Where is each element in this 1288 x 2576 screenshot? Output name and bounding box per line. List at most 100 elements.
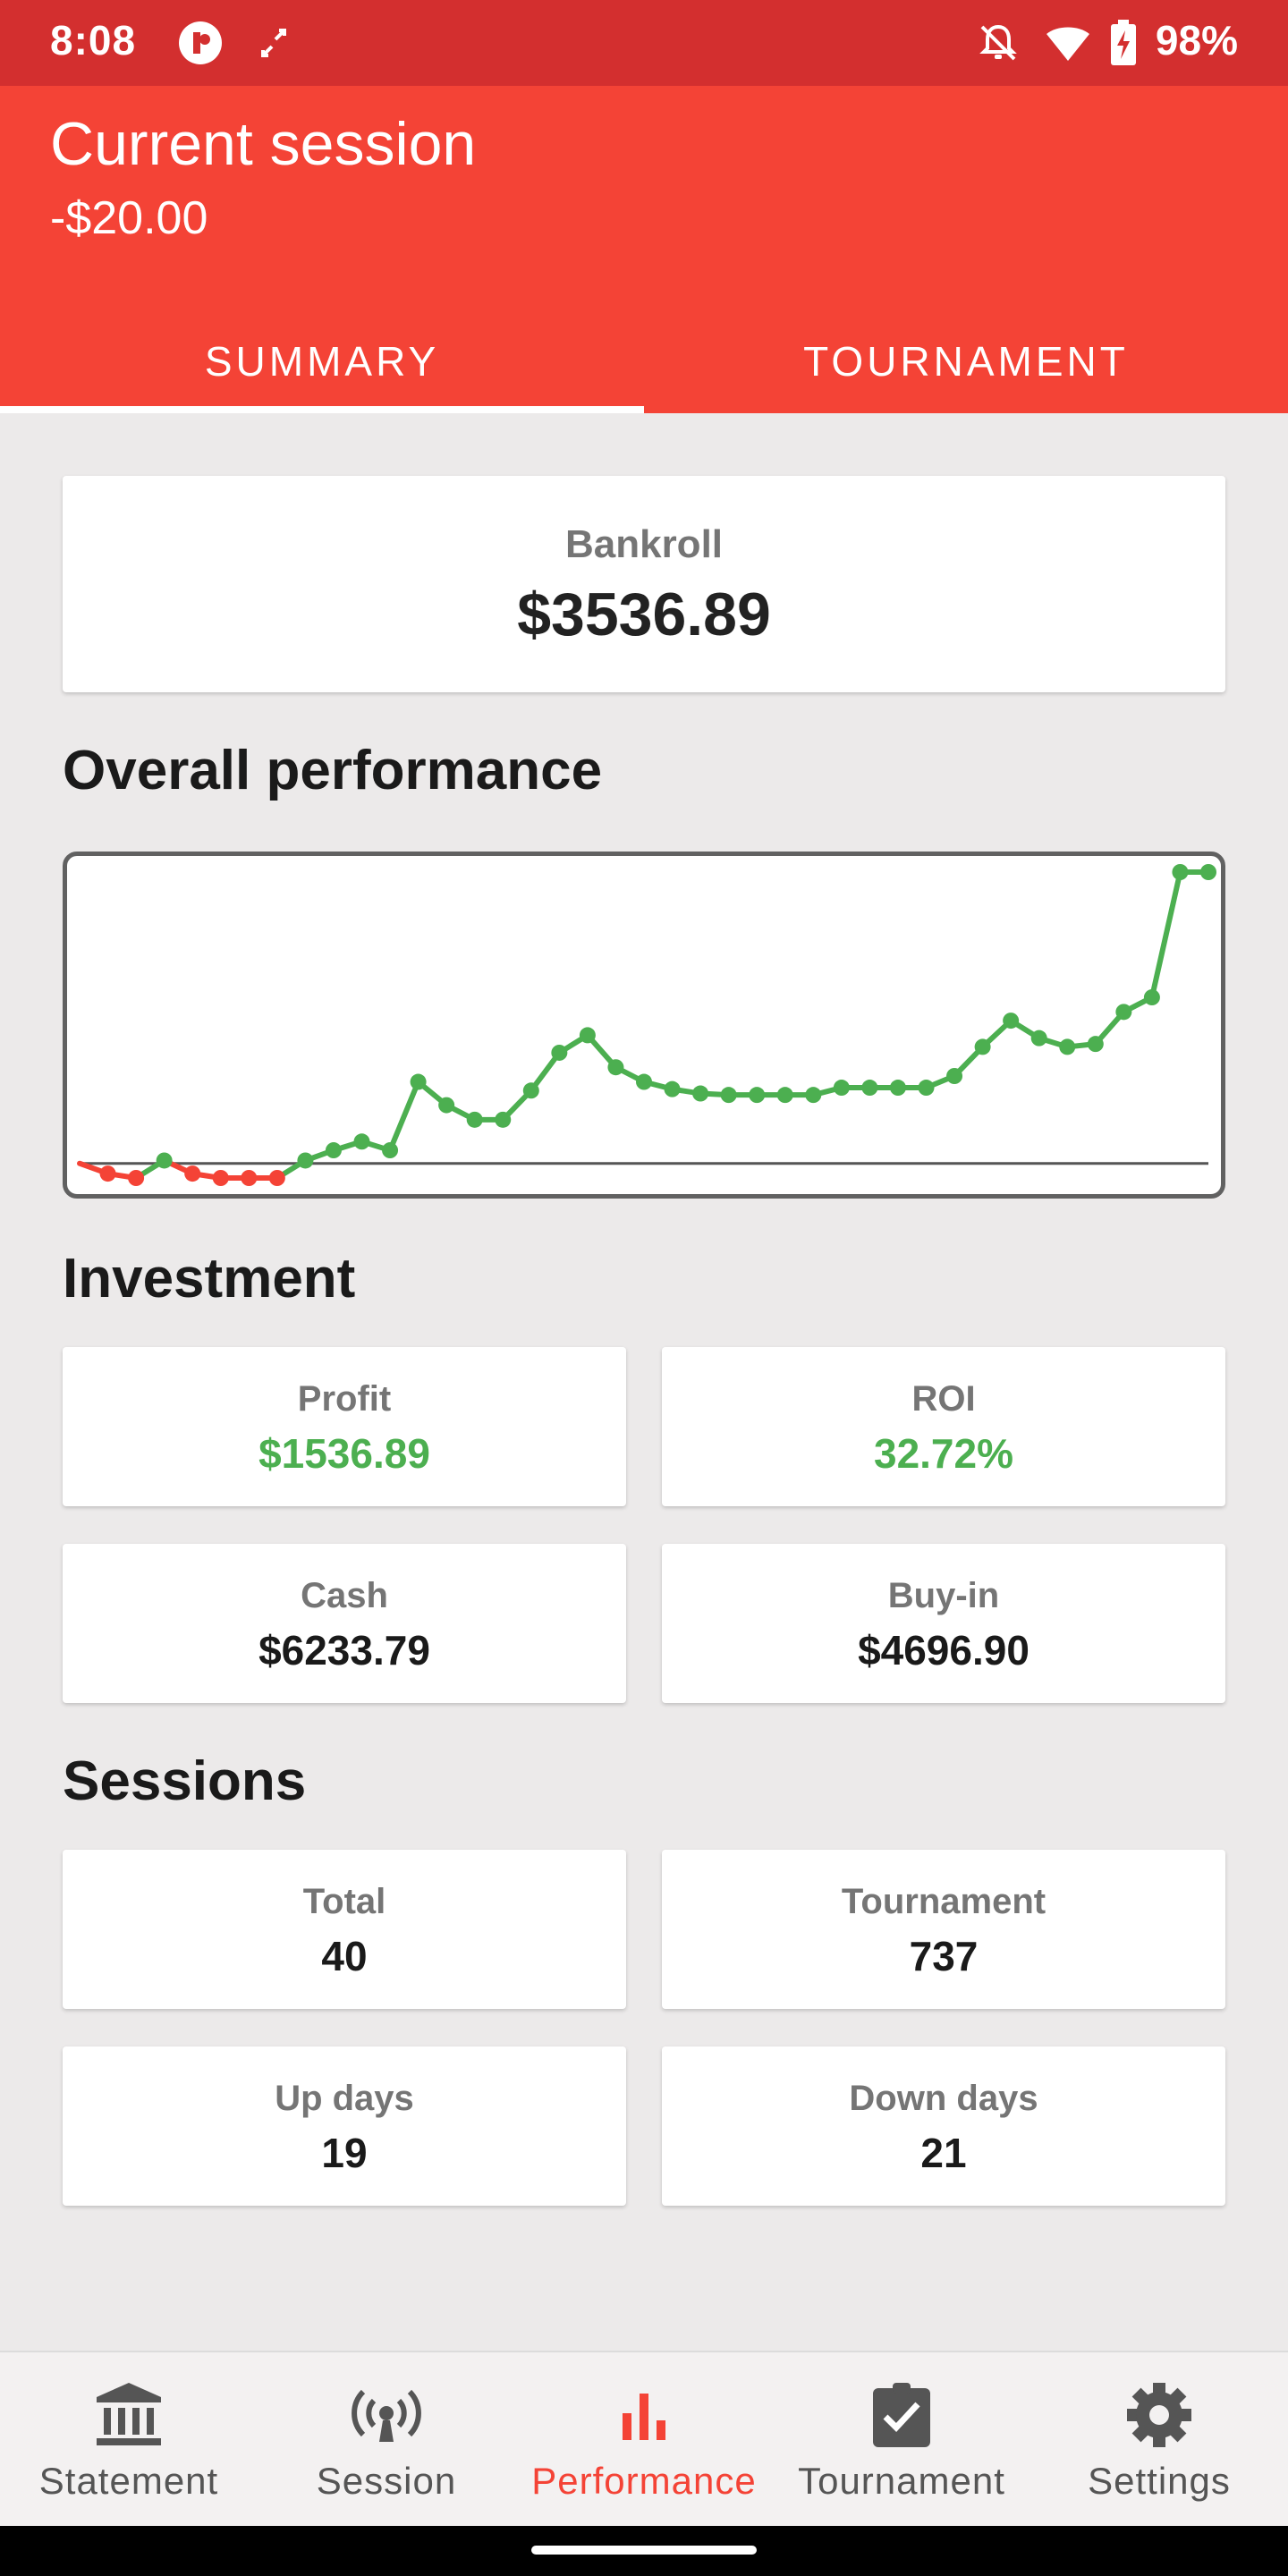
nav-settings-label: Settings <box>1088 2460 1231 2502</box>
tab-active-indicator <box>0 406 644 413</box>
up-days-value: 19 <box>321 2130 368 2176</box>
gear-icon <box>1127 2383 1191 2447</box>
profit-card: Profit $1536.89 <box>63 1347 626 1506</box>
performance-chart-svg <box>77 864 1216 1186</box>
performance-chart <box>63 852 1225 1199</box>
down-days-label: Down days <box>849 2079 1038 2118</box>
chart-point <box>1030 1030 1047 1046</box>
chart-point <box>466 1111 483 1128</box>
nav-statement[interactable]: Statement <box>0 2352 258 2528</box>
chart-point <box>776 1087 793 1104</box>
chart-point <box>353 1133 370 1150</box>
bank-icon <box>97 2383 161 2445</box>
chart-point <box>438 1097 455 1114</box>
chart-point <box>664 1080 681 1097</box>
chart-point <box>1200 864 1216 880</box>
chart-point <box>607 1059 624 1076</box>
chart-point <box>833 1080 850 1097</box>
bottom-navigation: Statement Session Performance Tournament <box>0 2351 1288 2526</box>
app-bar: Current session -$20.00 SUMMARY TOURNAME… <box>0 86 1288 413</box>
chart-point <box>749 1087 766 1104</box>
total-sessions-card: Total 40 <box>63 1850 626 2009</box>
page-title: Current session <box>50 110 477 178</box>
chart-point <box>636 1073 652 1090</box>
chart-point <box>1087 1036 1104 1053</box>
chart-point <box>156 1152 173 1169</box>
roi-card: ROI 32.72% <box>662 1347 1225 1506</box>
tournament-sessions-card: Tournament 737 <box>662 1850 1225 2009</box>
chart-point <box>805 1087 822 1104</box>
nav-session[interactable]: Session <box>258 2352 515 2528</box>
chart-point <box>579 1027 596 1044</box>
tournament-label: Tournament <box>841 1882 1046 1921</box>
total-value: 40 <box>321 1933 368 1979</box>
chart-point <box>410 1073 427 1090</box>
session-amount: -$20.00 <box>50 192 208 244</box>
buyin-value: $4696.90 <box>858 1627 1030 1674</box>
clipboard-check-icon <box>873 2383 930 2447</box>
chart-point <box>1003 1013 1020 1030</box>
profit-value: $1536.89 <box>258 1430 430 1477</box>
down-days-card: Down days 21 <box>662 2046 1225 2206</box>
chart-point <box>522 1082 539 1099</box>
sync-icon <box>249 18 299 68</box>
chart-point <box>212 1170 229 1186</box>
nav-performance-label: Performance <box>531 2460 757 2502</box>
chart-point <box>495 1111 512 1128</box>
battery-percent: 98% <box>1155 17 1238 64</box>
nav-settings[interactable]: Settings <box>1030 2352 1288 2528</box>
chart-point <box>128 1170 145 1186</box>
bankroll-card: Bankroll $3536.89 <box>63 476 1225 692</box>
bankroll-label: Bankroll <box>564 522 724 566</box>
roi-value: 32.72% <box>873 1430 1013 1477</box>
chart-point <box>1115 1004 1132 1021</box>
chart-point <box>268 1170 285 1186</box>
nav-tournament-label: Tournament <box>798 2460 1005 2502</box>
chart-point <box>720 1087 737 1104</box>
sessions-title: Sessions <box>63 1750 307 1812</box>
home-gesture-handle[interactable] <box>531 2546 757 2555</box>
chart-line-segment <box>387 1079 421 1154</box>
cash-label: Cash <box>301 1576 388 1615</box>
cash-value: $6233.79 <box>258 1627 430 1674</box>
up-days-card: Up days 19 <box>63 2046 626 2206</box>
chart-point <box>692 1085 709 1102</box>
notifications-off-icon <box>973 18 1023 68</box>
tab-summary[interactable]: SUMMARY <box>0 309 644 413</box>
nav-tournament[interactable]: Tournament <box>773 2352 1030 2528</box>
chart-point <box>889 1080 906 1097</box>
chart-point <box>382 1142 399 1159</box>
nav-session-label: Session <box>316 2460 457 2502</box>
chart-point <box>1172 864 1189 880</box>
nav-statement-label: Statement <box>38 2460 219 2502</box>
buyin-card: Buy-in $4696.90 <box>662 1544 1225 1703</box>
total-label: Total <box>302 1882 386 1921</box>
tab-tournament[interactable]: TOURNAMENT <box>644 309 1288 413</box>
chart-point <box>325 1142 342 1159</box>
chart-point <box>946 1068 963 1084</box>
buyin-label: Buy-in <box>887 1576 1000 1615</box>
cash-card: Cash $6233.79 <box>63 1544 626 1703</box>
roi-label: ROI <box>911 1379 976 1419</box>
investment-title: Investment <box>63 1248 356 1309</box>
wifi-icon <box>1043 18 1093 68</box>
nav-performance[interactable]: Performance <box>515 2352 773 2528</box>
performance-title: Overall performance <box>63 740 603 801</box>
battery-charging-icon <box>1098 18 1148 68</box>
profit-label: Profit <box>297 1379 392 1419</box>
chart-point <box>297 1152 314 1169</box>
chart-line-segment <box>1148 869 1183 1001</box>
chart-point <box>1143 989 1160 1006</box>
chart-point <box>551 1044 568 1061</box>
app-badge-icon <box>175 18 225 68</box>
up-days-label: Up days <box>275 2079 414 2118</box>
tournament-value: 737 <box>909 1933 979 1979</box>
chart-point <box>184 1165 201 1182</box>
chart-point <box>241 1170 258 1186</box>
bankroll-value: $3536.89 <box>517 580 771 648</box>
chart-point <box>918 1080 935 1097</box>
chart-point <box>1059 1038 1076 1055</box>
broadcast-icon <box>352 2389 421 2442</box>
tab-summary-label: SUMMARY <box>204 338 440 385</box>
bar-chart-icon <box>623 2394 665 2440</box>
